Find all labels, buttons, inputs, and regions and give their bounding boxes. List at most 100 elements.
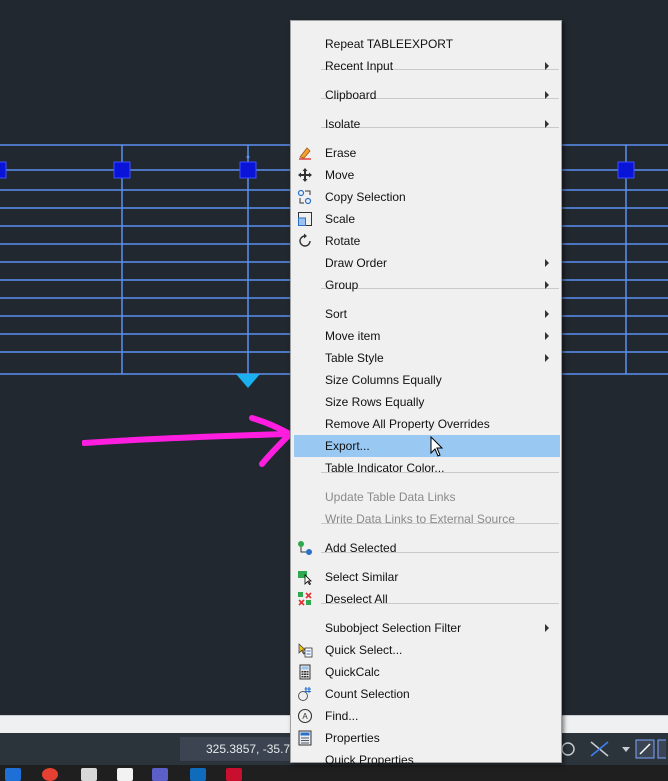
menu-item-find[interactable]: A Find...	[291, 705, 561, 727]
menu-item-label: Size Columns Equally	[325, 373, 442, 387]
menu-item-label: Size Rows Equally	[325, 395, 425, 409]
menu-item-clipboard[interactable]: Clipboard	[291, 84, 561, 106]
snap-icon	[657, 739, 666, 759]
menu-item-label: Write Data Links to External Source	[325, 512, 515, 526]
menu-item-label: Add Selected	[325, 541, 397, 555]
select-similar-icon	[297, 569, 313, 586]
menu-item-add-selected[interactable]: Add Selected	[291, 537, 561, 559]
menu-item-scale[interactable]: Scale	[291, 208, 561, 230]
menu-item-label: Sort	[325, 307, 348, 321]
menu-item-select-similar[interactable]: Select Similar	[291, 566, 561, 588]
menu-item-label: QuickCalc	[325, 665, 380, 679]
context-menu: Repeat TABLEEXPORT Recent Input Clipboard I…	[290, 20, 562, 767]
copy-icon	[297, 189, 313, 205]
notepad-icon[interactable]	[81, 768, 97, 781]
menu-item-label: Recent Input	[325, 59, 394, 73]
menu-item-export[interactable]: Export...	[294, 435, 560, 457]
menu-item-table-indicator-color[interactable]: Table Indicator Color...	[291, 457, 561, 479]
menu-item-label: Table Indicator Color...	[325, 461, 445, 475]
menu-item-label: Find...	[325, 709, 359, 723]
table-resize-grip-icon[interactable]	[236, 374, 260, 388]
move-icon	[297, 167, 313, 183]
count-icon	[297, 686, 313, 702]
menu-item-quick-select[interactable]: Quick Select...	[291, 639, 561, 661]
menu-item-isolate[interactable]: Isolate	[291, 113, 561, 135]
menu-item-move-item[interactable]: Move item	[291, 325, 561, 347]
coordinate-readout: 325.3857, -35.7	[180, 737, 300, 761]
autocad-icon[interactable]	[226, 768, 242, 781]
menu-item-size-columns-equally[interactable]: Size Columns Equally	[291, 369, 561, 391]
status-bar-toggles[interactable]	[556, 738, 666, 760]
submenu-arrow-icon	[545, 310, 549, 318]
menu-item-write-data-links-to-external-source: Write Data Links to External Source	[291, 508, 561, 530]
find-icon: A	[297, 708, 313, 724]
menu-item-label: Isolate	[325, 117, 361, 131]
menu-item-quickcalc[interactable]: QuickCalc	[291, 661, 561, 683]
menu-item-label: Table Style	[325, 351, 384, 365]
mouse-cursor-icon	[430, 435, 444, 463]
menu-item-recent-input[interactable]: Recent Input	[291, 55, 561, 77]
menu-item-table-style[interactable]: Table Style	[291, 347, 561, 369]
calculator-icon	[297, 664, 313, 680]
menu-item-label: Properties	[325, 731, 380, 745]
menu-item-label: Deselect All	[325, 592, 388, 606]
submenu-arrow-icon	[545, 259, 549, 267]
menu-item-count-selection[interactable]: Count Selection	[291, 683, 561, 705]
menu-item-draw-order[interactable]: Draw Order	[291, 252, 561, 274]
menu-item-quick-properties[interactable]: Quick Properties	[291, 749, 561, 771]
grip-handle[interactable]	[113, 161, 131, 179]
menu-item-label: Update Table Data Links	[325, 490, 456, 504]
skype-icon[interactable]	[5, 768, 21, 781]
submenu-arrow-icon	[545, 281, 549, 289]
file-icon[interactable]	[117, 768, 133, 781]
menu-item-label: Group	[325, 278, 359, 292]
submenu-arrow-icon	[545, 354, 549, 362]
menu-item-label: Copy Selection	[325, 190, 406, 204]
submenu-arrow-icon	[545, 91, 549, 99]
grip-dot	[246, 155, 250, 159]
add-selected-icon	[297, 540, 313, 556]
properties-icon	[297, 730, 313, 746]
menu-item-remove-all-property-overrides[interactable]: Remove All Property Overrides	[291, 413, 561, 435]
menu-item-sort[interactable]: Sort	[291, 303, 561, 325]
menu-item-properties[interactable]: Properties	[291, 727, 561, 749]
menu-item-rotate[interactable]: Rotate	[291, 230, 561, 252]
submenu-arrow-icon	[545, 624, 549, 632]
menu-item-label: Move	[325, 168, 355, 182]
menu-item-erase[interactable]: Erase	[291, 142, 561, 164]
menu-item-subobject-selection-filter[interactable]: Subobject Selection Filter	[291, 617, 561, 639]
menu-item-label: Rotate	[325, 234, 361, 248]
menu-item-copy-selection[interactable]: Copy Selection	[291, 186, 561, 208]
menu-item-label: Scale	[325, 212, 356, 226]
menu-item-label: Erase	[325, 146, 357, 160]
menu-item-label: Count Selection	[325, 687, 410, 701]
grip-handle[interactable]	[239, 161, 257, 179]
grip-handle[interactable]	[617, 161, 635, 179]
menu-item-label: Draw Order	[325, 256, 388, 270]
teams-icon[interactable]	[152, 768, 168, 781]
annotation-arrow-icon	[82, 415, 296, 467]
menu-item-label: Export...	[325, 439, 370, 453]
rotate-icon	[297, 233, 313, 249]
menu-item-size-rows-equally[interactable]: Size Rows Equally	[291, 391, 561, 413]
menu-item-label: Subobject Selection Filter	[325, 621, 462, 635]
menu-item-label: Repeat TABLEEXPORT	[325, 37, 454, 51]
menu-item-repeat-tableexport[interactable]: Repeat TABLEEXPORT	[291, 33, 561, 55]
menu-item-move[interactable]: Move	[291, 164, 561, 186]
outlook-icon[interactable]	[190, 768, 206, 781]
svg-text:A: A	[302, 712, 308, 721]
submenu-arrow-icon	[545, 62, 549, 70]
eraser-icon	[297, 145, 313, 161]
menu-item-label: Quick Select...	[325, 643, 403, 657]
chrome-icon[interactable]	[42, 768, 58, 781]
menu-item-label: Move item	[325, 329, 381, 343]
menu-item-label: Quick Properties	[325, 753, 414, 767]
deselect-all-icon	[297, 591, 313, 607]
menu-item-deselect-all[interactable]: Deselect All	[291, 588, 561, 610]
quick-select-icon	[297, 642, 313, 658]
grip-handle[interactable]	[0, 161, 7, 179]
submenu-arrow-icon	[545, 120, 549, 128]
menu-item-group[interactable]: Group	[291, 274, 561, 296]
isodraft-icon	[561, 742, 575, 756]
scale-icon	[297, 211, 313, 227]
